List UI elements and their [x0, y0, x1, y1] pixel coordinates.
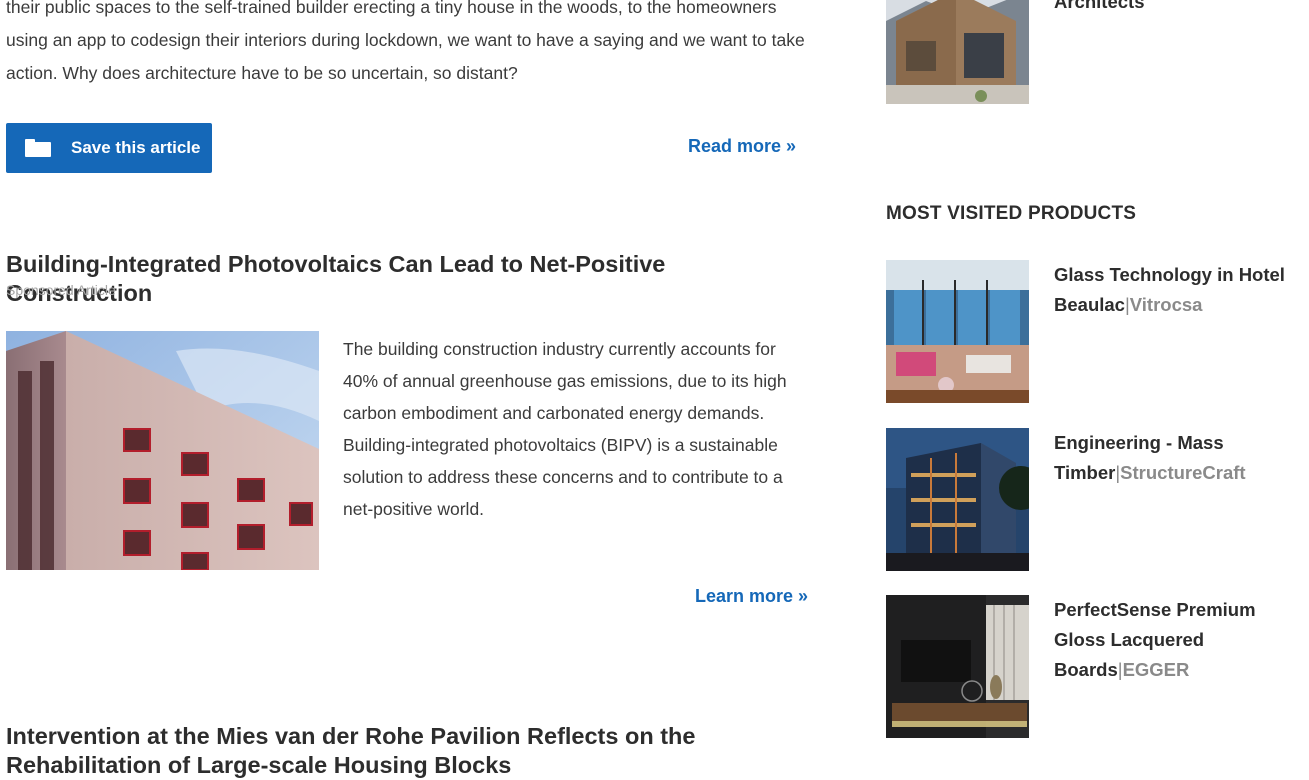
save-article-label: Save this article — [71, 138, 201, 157]
product-link-egger[interactable]: PerfectSense Premium Gloss Lacquered Boa… — [1054, 595, 1309, 685]
learn-more-link[interactable]: Learn more » — [695, 586, 808, 607]
read-more-link[interactable]: Read more » — [688, 136, 796, 157]
product-link-vitrocsa[interactable]: Glass Technology in Hotel Beaulac|Vitroc… — [1054, 260, 1309, 320]
product-brand: EGGER — [1122, 659, 1190, 680]
bipv-article-image[interactable] — [6, 331, 319, 570]
bipv-article-text: The building construction industry curre… — [343, 339, 787, 519]
product-thumbnail-vitrocsa[interactable] — [886, 260, 1029, 403]
architect-thumbnail[interactable] — [886, 0, 1029, 104]
bipv-article-title[interactable]: Building-Integrated Photovoltaics Can Le… — [6, 250, 806, 308]
product-brand: StructureCraft — [1120, 462, 1246, 483]
folder-icon — [25, 139, 51, 157]
product-thumbnail-structurecraft[interactable] — [886, 428, 1029, 571]
mies-article-title[interactable]: Intervention at the Mies van der Rohe Pa… — [6, 722, 806, 780]
most-visited-heading: MOST VISITED PRODUCTS — [886, 203, 1137, 224]
sponsored-tag: Sponsored Article — [6, 282, 116, 298]
article-intro-text: their public spaces to the self-trained … — [6, 0, 805, 83]
product-thumbnail-egger[interactable] — [886, 595, 1029, 738]
save-article-button[interactable]: Save this article — [6, 123, 212, 173]
product-link-structurecraft[interactable]: Engineering - Mass Timber|StructureCraft — [1054, 428, 1309, 488]
product-brand: Vitrocsa — [1129, 294, 1203, 315]
sidebar-top-item-label[interactable]: Architects — [1054, 0, 1309, 17]
